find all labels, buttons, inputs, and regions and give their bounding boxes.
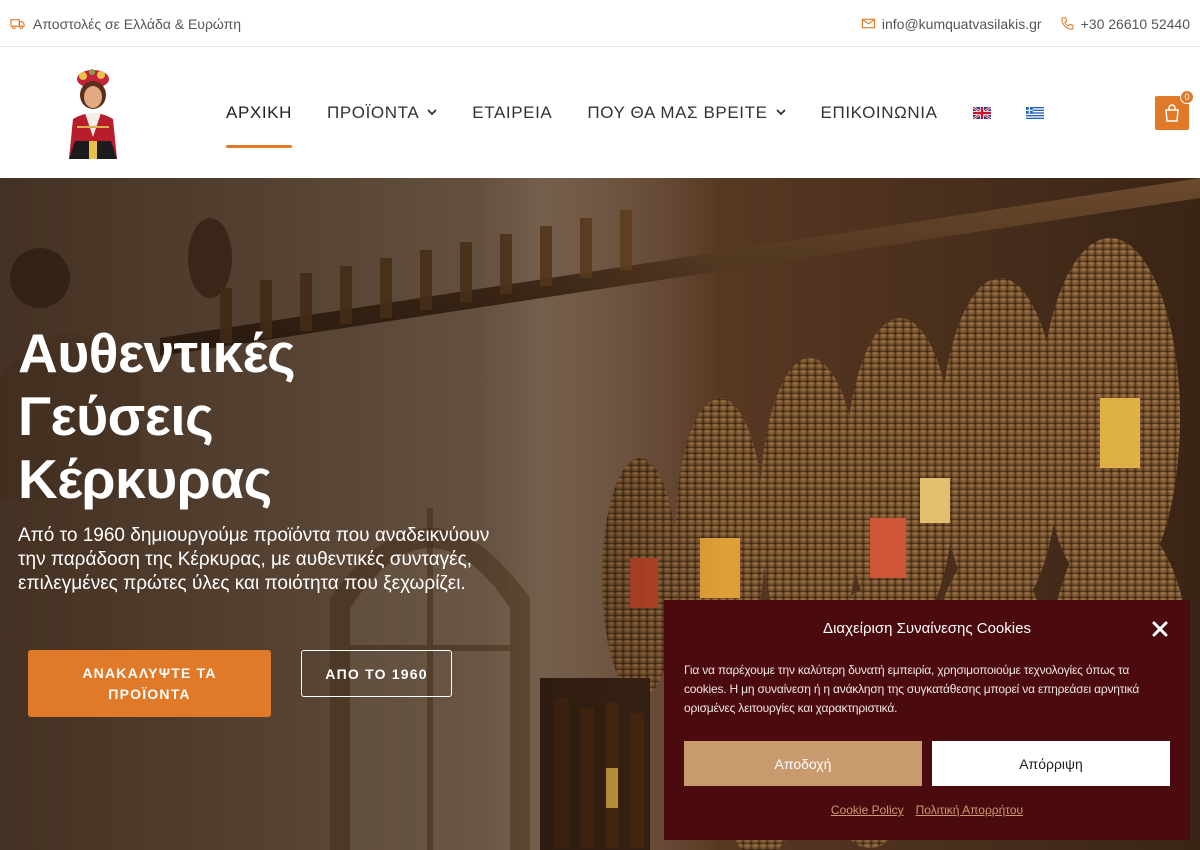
truck-icon <box>10 19 25 30</box>
cookie-title: Διαχείριση Συναίνεσης Cookies <box>823 620 1031 637</box>
privacy-policy-link[interactable]: Πολιτική Απορρήτου <box>916 803 1023 817</box>
hero-description: Από το 1960 δημιουργούμε προϊόντα που αν… <box>18 525 490 594</box>
nav-label: ΑΡΧΙΚΗ <box>226 102 292 122</box>
language-gr[interactable] <box>1025 47 1044 178</box>
hero-title-line: Κέρκυρας <box>18 448 272 510</box>
chevron-down-icon <box>427 109 437 116</box>
site-header: ΑΡΧΙΚΗ ΠΡΟΪΟΝΤΑ ΕΤΑΙΡΕΙΑ ΠΟΥ ΘΑ ΜΑΣ ΒΡΕΙ… <box>0 47 1200 178</box>
shipping-info: Αποστολές σε Ελλάδα & Ευρώπη <box>10 0 241 47</box>
nav-item-home[interactable]: ΑΡΧΙΚΗ <box>226 47 292 178</box>
phone-link[interactable]: +30 26610 52440 <box>1060 16 1190 32</box>
en-flag-icon <box>972 106 991 119</box>
cookie-links: Cookie Policy Πολιτική Απορρήτου <box>664 803 1190 817</box>
nav-item-company[interactable]: ΕΤΑΙΡΕΙΑ <box>472 47 552 178</box>
hero-title-line: Γεύσεις <box>18 385 214 447</box>
phone-text: +30 26610 52440 <box>1080 15 1190 32</box>
since-1960-button[interactable]: ΑΠΟ ΤΟ 1960 <box>301 650 452 697</box>
cookie-reject-button[interactable]: Απόρριψη <box>932 741 1170 786</box>
cookie-consent-dialog: Διαχείριση Συναίνεσης Cookies Για να παρ… <box>664 600 1190 840</box>
phone-icon <box>1060 17 1074 30</box>
nav-label: ΕΠΙΚΟΙΝΩΝΙΑ <box>820 102 938 122</box>
shopping-bag-icon <box>1165 104 1179 122</box>
language-en[interactable] <box>972 47 991 178</box>
nav-label: ΠΡΟΪΟΝΤΑ <box>326 102 420 122</box>
cart-button[interactable]: 0 <box>1155 90 1194 130</box>
envelope-icon <box>861 18 876 29</box>
shipping-text: Αποστολές σε Ελλάδα & Ευρώπη <box>33 15 242 32</box>
main-nav: ΑΡΧΙΚΗ ΠΡΟΪΟΝΤΑ ΕΤΑΙΡΕΙΑ ΠΟΥ ΘΑ ΜΑΣ ΒΡΕΙ… <box>226 47 1079 178</box>
cookie-accept-button[interactable]: Αποδοχή <box>684 741 922 786</box>
nav-item-products[interactable]: ΠΡΟΪΟΝΤΑ <box>327 47 437 178</box>
cookie-policy-link[interactable]: Cookie Policy <box>831 803 904 817</box>
close-icon[interactable] <box>1150 619 1170 639</box>
hero-title-line: Αυθεντικές <box>18 322 296 384</box>
nav-label: ΕΤΑΙΡΕΙΑ <box>472 102 553 122</box>
gr-flag-icon <box>1025 106 1044 119</box>
nav-item-contact[interactable]: ΕΠΙΚΟΙΝΩΝΙΑ <box>821 47 938 178</box>
hero-title: Αυθεντικές Γεύσεις Κέρκυρας <box>18 322 438 511</box>
cart-count-badge: 0 <box>1180 90 1194 104</box>
discover-products-button[interactable]: ΑΝΑΚΑΛΥΨΤΕ ΤΑ ΠΡΟΪΟΝΤΑ <box>28 650 271 717</box>
email-link[interactable]: info@kumquatvasilakis.gr <box>861 16 1042 32</box>
site-logo[interactable] <box>55 67 131 159</box>
cookie-text: Για να παρέχουμε την καλύτερη δυνατή εμπ… <box>684 663 1140 715</box>
nav-item-locations[interactable]: ΠΟΥ ΘΑ ΜΑΣ ΒΡΕΙΤΕ <box>587 47 786 178</box>
nav-label: ΠΟΥ ΘΑ ΜΑΣ ΒΡΕΙΤΕ <box>587 102 768 122</box>
chevron-down-icon <box>775 109 786 116</box>
email-text: info@kumquatvasilakis.gr <box>881 15 1042 32</box>
top-bar: Αποστολές σε Ελλάδα & Ευρώπη info@kumqua… <box>0 0 1200 47</box>
